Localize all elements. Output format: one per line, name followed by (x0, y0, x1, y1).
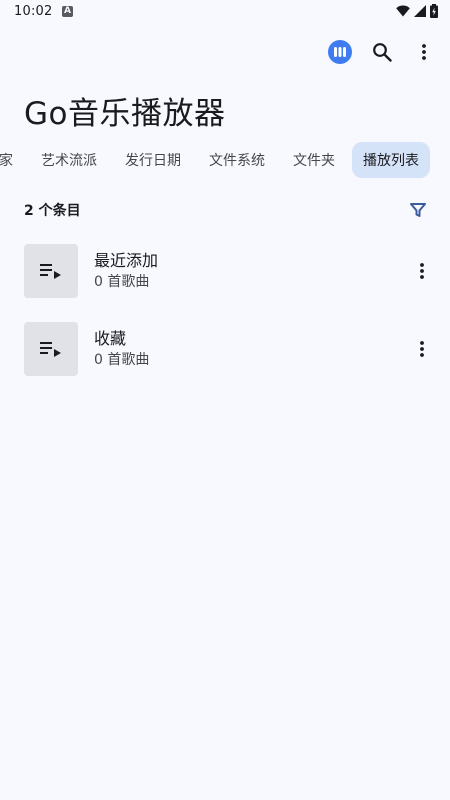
tab-file-system[interactable]: 文件系统 (198, 142, 276, 178)
tab-genres[interactable]: 艺术流派 (30, 142, 108, 178)
equalizer-icon[interactable] (328, 40, 352, 64)
tab-playlists[interactable]: 播放列表 (352, 142, 430, 178)
playlist-title: 最近添加 (94, 251, 159, 270)
playlist-play-icon (40, 264, 61, 279)
item-count: 2 个条目 (24, 203, 81, 219)
signal-icon (414, 5, 426, 17)
list-item[interactable]: 最近添加 0 首歌曲 (24, 243, 434, 299)
status-bar: 10:02 A (0, 0, 450, 24)
more-vert-icon[interactable] (410, 259, 434, 283)
tab-folders[interactable]: 文件夹 (282, 142, 346, 178)
search-icon[interactable] (370, 40, 394, 64)
list-item-text: 收藏 0 首歌曲 (94, 328, 149, 370)
status-time: 10:02 (14, 4, 53, 19)
list-item-text: 最近添加 0 首歌曲 (94, 250, 158, 292)
tab-home[interactable]: 家 (0, 142, 24, 178)
equalizer-bars (334, 47, 346, 57)
more-vert-icon[interactable] (412, 40, 436, 64)
playlist-song-count: 0 首歌曲 (94, 274, 150, 290)
list-header: 2 个条目 (24, 198, 430, 222)
category-tabs: 家 艺术流派 发行日期 文件系统 文件夹 播放列表 (0, 142, 436, 178)
playlist-song-count: 0 首歌曲 (94, 352, 150, 368)
battery-charging-icon (430, 4, 438, 18)
app-title: Go音乐播放器 (24, 96, 226, 132)
status-icons (396, 4, 438, 18)
playlist-title: 收藏 (94, 329, 127, 348)
top-app-bar-actions (328, 40, 436, 64)
playlist-thumbnail (24, 322, 78, 376)
playlist-thumbnail (24, 244, 78, 298)
more-vert-icon[interactable] (410, 337, 434, 361)
android-a-icon: A (62, 6, 73, 17)
playlist-play-icon (40, 342, 61, 357)
filter-icon[interactable] (406, 198, 430, 222)
playlist-list: 最近添加 0 首歌曲 收藏 0 首歌曲 (24, 243, 434, 399)
wifi-icon (396, 5, 410, 17)
tab-release-date[interactable]: 发行日期 (114, 142, 192, 178)
list-item[interactable]: 收藏 0 首歌曲 (24, 321, 434, 377)
